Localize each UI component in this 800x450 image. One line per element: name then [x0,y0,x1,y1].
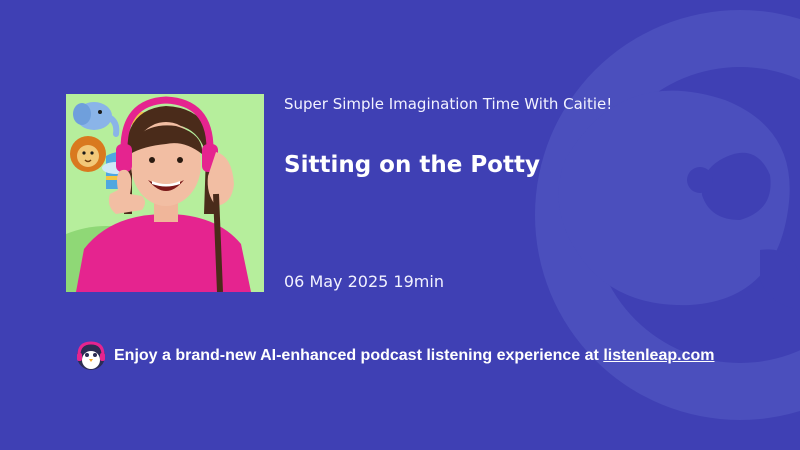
podcast-show-name[interactable]: Super Simple Imagination Time With Caiti… [284,94,612,114]
episode-title[interactable]: Sitting on the Potty [284,150,540,180]
listenleap-link[interactable]: listenleap.com [603,347,714,365]
logo-watermark-icon [470,0,800,450]
promo-text: Enjoy a brand-new AI-enhanced podcast li… [114,347,599,364]
episode-meta: 06 May 2025 19min [284,272,444,292]
penguin-headphones-icon [76,341,106,371]
episode-duration: 19min [393,272,444,291]
episode-date: 06 May 2025 [284,272,389,291]
podcast-cover-image[interactable] [66,94,264,292]
lion-icon [70,136,106,172]
promo-banner: Enjoy a brand-new AI-enhanced podcast li… [76,341,714,371]
